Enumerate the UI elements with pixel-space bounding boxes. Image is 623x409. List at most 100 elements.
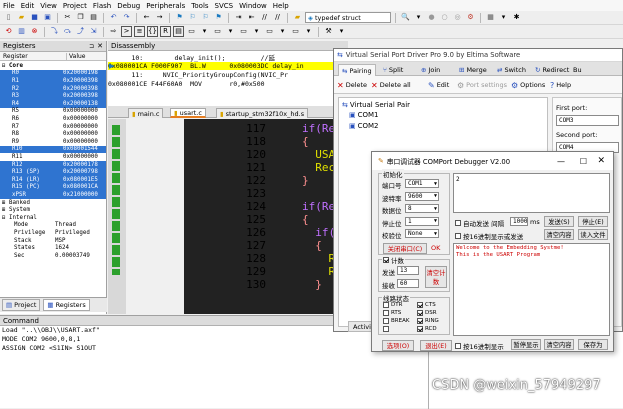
menu-peripherals[interactable]: Peripherals [143, 2, 188, 10]
tab-usart-c[interactable]: ▮ usart.c [170, 108, 206, 118]
paste-icon[interactable]: ▤ [88, 12, 99, 23]
stop-icon[interactable]: ⊗ [29, 26, 40, 37]
code-line[interactable]: 117if(Receive_Flag == 0) [108, 122, 348, 135]
indent-icon[interactable]: ⇥ [233, 12, 244, 23]
save-as-button[interactable]: 保存为 [578, 339, 608, 350]
tree-port-com2[interactable]: ▣ COM2 [349, 122, 379, 130]
memory-dropdown-icon[interactable]: ▾ [225, 26, 236, 37]
receive-textarea[interactable]: Welcome to the Embedding Systme! This is … [453, 243, 610, 336]
analysis-dropdown-icon[interactable]: ▾ [277, 26, 288, 37]
auto-send-option[interactable]: 自动发送 间隔 [455, 218, 504, 228]
field-select[interactable]: None ▼ [405, 229, 439, 238]
memory-window-icon[interactable]: ▭ [212, 26, 223, 37]
clear-receive-button[interactable]: 清空内容 [544, 339, 574, 350]
disassembly-window-icon[interactable]: ≡ [134, 26, 145, 37]
load-file-button[interactable]: 读入文件 [578, 229, 608, 240]
tab-registers[interactable]: ▦ Registers [43, 299, 90, 311]
open-folder-icon[interactable]: ▰ [16, 12, 27, 23]
find-in-files-icon[interactable]: ▰ [292, 12, 303, 23]
register-row[interactable]: R15 (PC) 0x080001CA [0, 183, 106, 192]
menu-view[interactable]: View [37, 2, 60, 10]
pin-icon[interactable]: ⊐ [89, 43, 94, 50]
interval-field[interactable]: 1000 [510, 217, 528, 226]
disassembly-line[interactable]: 0x080001CA F000F907 BL.W 0x080003DC dela… [108, 62, 348, 70]
field-select[interactable]: 8 ▼ [405, 204, 439, 213]
menu-help[interactable]: Help [270, 2, 292, 10]
step-over-icon[interactable]: ⤼ [62, 26, 73, 37]
field-select[interactable]: 1 ▼ [405, 216, 439, 226]
register-row[interactable]: R14 (LR) 0x080001E5 [0, 176, 106, 184]
unindent-icon[interactable]: ⇤ [246, 12, 257, 23]
vspd-edit-button[interactable]: ✎ Edit [428, 79, 449, 91]
analysis-window-icon[interactable]: ▭ [264, 26, 275, 37]
undo-icon[interactable]: ↶ [108, 12, 119, 23]
code-line[interactable]: 130 } [108, 278, 348, 291]
minimize-icon[interactable]: — [557, 157, 565, 166]
comment-icon[interactable]: // [259, 12, 270, 23]
vspd-delete-all-button[interactable]: ✕ Delete all [371, 79, 411, 91]
debug-start-icon[interactable]: ● [426, 12, 437, 23]
tree-port-com1[interactable]: ▣ COM1 [349, 111, 379, 119]
bookmark-clear-icon[interactable]: ⚑ [213, 12, 224, 23]
vspd-tab-pairing[interactable]: ⇆ Pairing [338, 64, 376, 76]
code-line[interactable]: 129 Receive_sum = 0; [108, 265, 348, 278]
register-row[interactable]: R1 0x20000398 [0, 77, 106, 85]
uncomment-icon[interactable]: // [272, 12, 283, 23]
vspd-port-settings-button[interactable]: ⚙ Port settings [457, 79, 507, 91]
menu-flash[interactable]: Flash [90, 2, 114, 10]
pause-display-button[interactable]: 暂停显示 [511, 339, 541, 350]
register-row[interactable]: R6 0x00000000 [0, 115, 106, 123]
search-icon[interactable]: 🔍 [400, 12, 411, 23]
vspd-tab-merge[interactable]: ⊞ Merge [456, 64, 490, 76]
internal-row[interactable]: Stack MSP [0, 237, 106, 245]
code-line[interactable]: 124if(Receive_sum >= 1) [108, 200, 348, 213]
send-button[interactable]: 发送(S) [544, 216, 574, 227]
register-row[interactable]: R8 0x00000000 [0, 130, 106, 138]
command-window-icon[interactable]: > [121, 26, 132, 37]
tab-startup[interactable]: ▮ startup_stm32f10x_hd.s [216, 108, 309, 118]
vspd-tab-join[interactable]: ⊕ Join [418, 64, 443, 76]
register-row[interactable]: R7 0x00000000 [0, 123, 106, 131]
registers-window-icon[interactable]: R [160, 26, 171, 37]
new-file-icon[interactable]: ▯ [3, 12, 14, 23]
save-icon[interactable]: ■ [29, 12, 40, 23]
hex-send-checkbox[interactable] [455, 233, 461, 239]
tab-project[interactable]: ▤ Project [2, 299, 41, 311]
field-select[interactable]: 9600 ▼ [405, 191, 439, 201]
internal-row[interactable]: Sec 0.00003749 [0, 252, 106, 260]
vspd-options-button[interactable]: ⚙ Options [511, 79, 545, 91]
register-row[interactable]: R0 0x20000198 [0, 69, 106, 78]
vspd-tab-bu[interactable]: Bu [570, 64, 585, 76]
trace-window-icon[interactable]: ▭ [290, 26, 301, 37]
tree-root[interactable]: ⇆ Virtual Serial Pair [342, 101, 410, 109]
tools-icon[interactable]: ⚙ [465, 12, 476, 23]
step-out-icon[interactable]: ⤴ [75, 26, 86, 37]
redo-icon[interactable]: ↷ [121, 12, 132, 23]
bookmark-icon[interactable]: ⚑ [174, 12, 185, 23]
code-line[interactable]: 128 Receive_Flag = 1; [108, 252, 348, 265]
register-row[interactable]: R13 (SP) 0x20000798 [0, 168, 106, 176]
expand-icon[interactable]: ⊟ [2, 63, 6, 69]
menu-svcs[interactable]: SVCS [212, 2, 237, 10]
call-stack-icon[interactable]: ▤ [173, 26, 184, 37]
tab-main-c[interactable]: ▮ main.c [128, 108, 164, 118]
send-textarea[interactable]: 2 [453, 173, 610, 213]
close-port-button[interactable]: 关闭串口(C) [383, 243, 427, 254]
expand-icon[interactable]: ⊞ [2, 200, 6, 206]
internal-row[interactable]: Privilege Privileged [0, 229, 106, 237]
code-line[interactable]: 120 USART_ReceiveString [108, 148, 348, 161]
clear-send-button[interactable]: 清空内容 [544, 229, 574, 240]
disassembly-line[interactable]: 11: NVIC_PriorityGroupConfig(NVIC_Pr [108, 71, 348, 79]
register-group-internal[interactable]: ⊟ Internal [0, 214, 106, 222]
internal-row[interactable]: States 1624 [0, 244, 106, 252]
code-line[interactable]: 126 if(USART_ReceiveStr [108, 226, 348, 239]
settings-icon[interactable]: ✱ [511, 12, 522, 23]
toolbox-dropdown-icon[interactable]: ▾ [336, 26, 347, 37]
disassembly-line[interactable]: 0x080001CE F44F60A0 MOV r0,#0x500 [108, 80, 348, 88]
hex-display-option[interactable]: 按16进制显示 [455, 341, 504, 351]
register-group-system[interactable]: ⊞ System [0, 206, 106, 214]
serial-dropdown-icon[interactable]: ▾ [251, 26, 262, 37]
disassembly-line[interactable]: 10: delay_init(); //延 [108, 53, 348, 62]
vspd-help-button[interactable]: ? Help [550, 79, 571, 91]
count-checkbox[interactable] [383, 257, 389, 263]
